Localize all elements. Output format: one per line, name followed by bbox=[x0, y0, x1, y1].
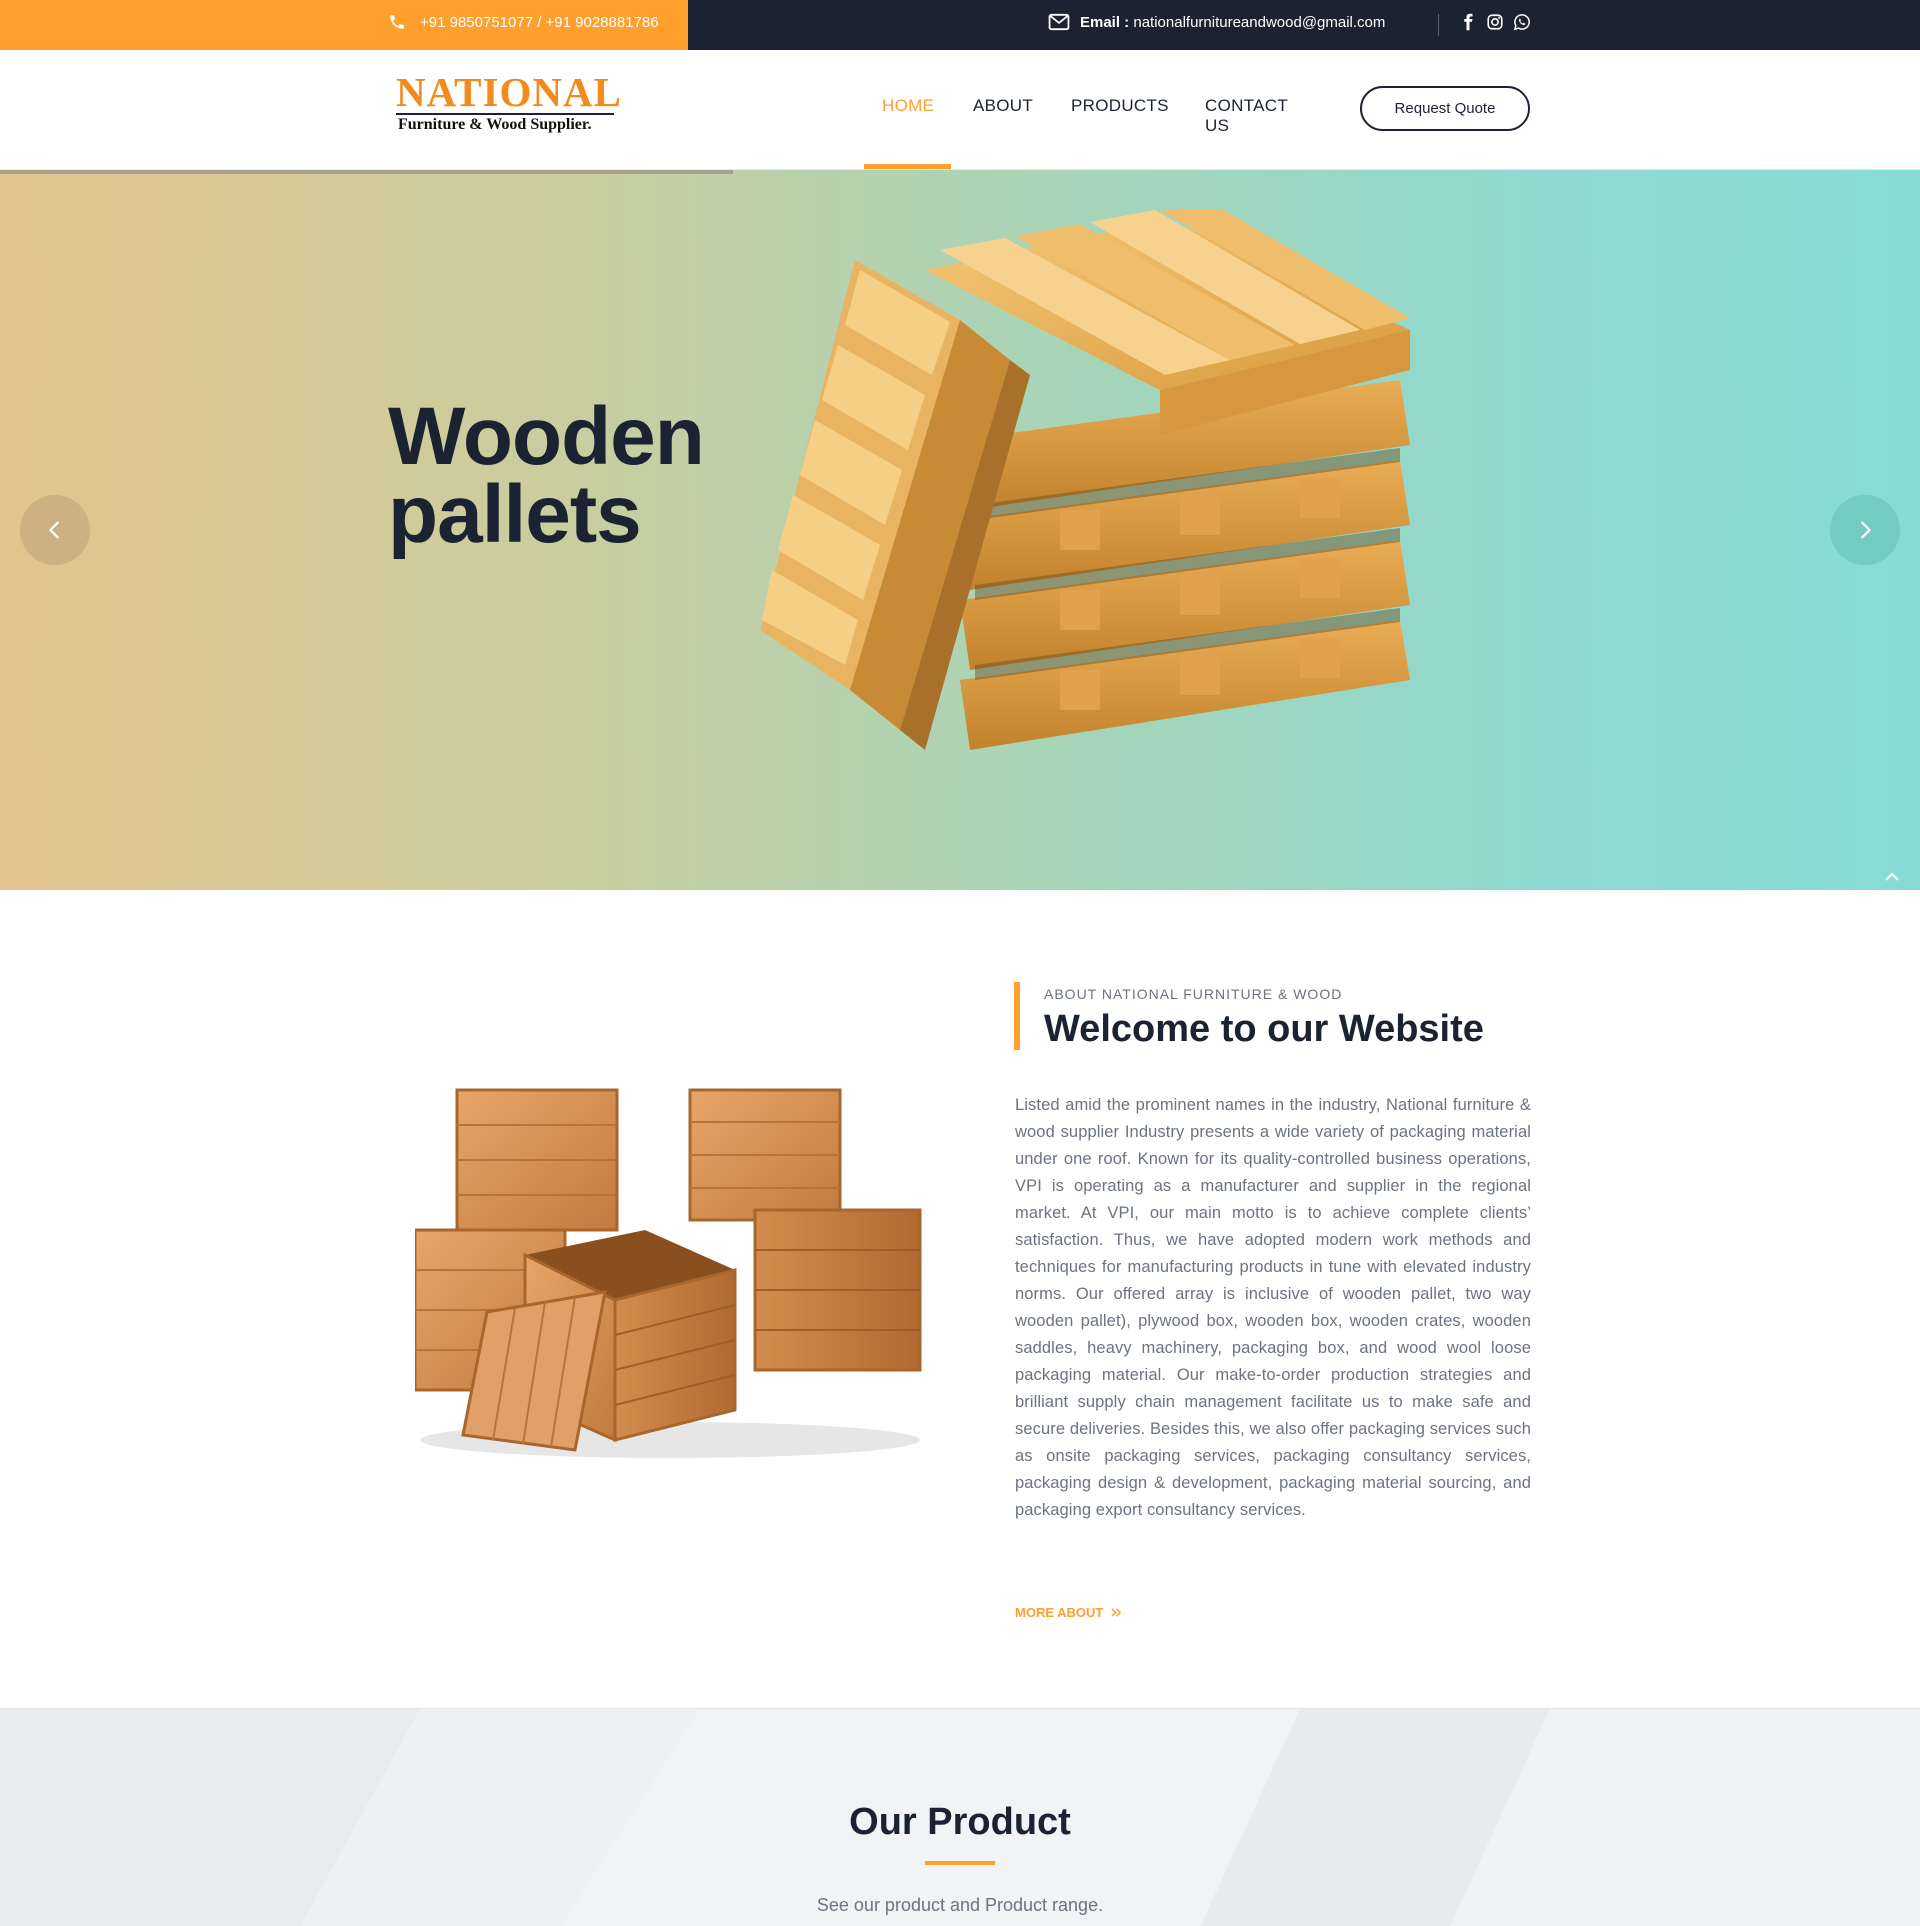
site-header: NATIONAL Furniture & Wood Supplier. HOME… bbox=[0, 50, 1920, 170]
email-label: Email : bbox=[1080, 13, 1130, 31]
top-bar: +91 9850751077 / +91 9028881786 Email : … bbox=[0, 0, 1920, 50]
slider-progress-bar bbox=[0, 170, 733, 174]
more-about-label: MORE ABOUT bbox=[1015, 1605, 1104, 1620]
social-links bbox=[1459, 12, 1531, 32]
products-subtitle: See our product and Product range. bbox=[816, 1895, 1104, 1915]
email-address: nationalfurnitureandwood@gmail.com bbox=[1133, 13, 1386, 31]
scroll-top-icon[interactable] bbox=[1884, 870, 1900, 882]
more-about-link[interactable]: MORE ABOUT bbox=[1015, 1605, 1122, 1620]
request-quote-button[interactable]: Request Quote bbox=[1360, 86, 1530, 131]
nav-contact-us[interactable]: CONTACT US bbox=[1205, 96, 1288, 136]
phone-numbers: +91 9850751077 / +91 9028881786 bbox=[420, 13, 659, 31]
site-logo[interactable]: NATIONAL Furniture & Wood Supplier. bbox=[396, 69, 622, 135]
wooden-crates-image bbox=[415, 1088, 922, 1458]
topbar-divider bbox=[1438, 14, 1439, 36]
products-section: Our Product See our product and Product … bbox=[0, 1708, 1920, 1926]
about-eyebrow: ABOUT NATIONAL FURNITURE & WOOD bbox=[1044, 986, 1343, 1002]
about-heading: Welcome to our Website bbox=[1044, 1008, 1484, 1050]
logo-subtitle: Furniture & Wood Supplier. bbox=[398, 116, 592, 133]
hero-slider: Wooden pallets bbox=[0, 170, 1920, 890]
products-title-underline bbox=[925, 1861, 995, 1865]
about-accent-bar bbox=[1014, 982, 1020, 1050]
nav-products[interactable]: PRODUCTS bbox=[1071, 96, 1169, 116]
logo-title: NATIONAL bbox=[396, 69, 622, 115]
whatsapp-icon[interactable] bbox=[1513, 12, 1531, 32]
nav-home[interactable]: HOME bbox=[882, 96, 934, 116]
chevron-left-icon bbox=[49, 521, 59, 539]
chevron-right-icon bbox=[1861, 521, 1871, 539]
email-contact[interactable]: Email : nationalfurnitureandwood@gmail.c… bbox=[1048, 13, 1385, 31]
phone-icon bbox=[390, 15, 404, 29]
products-title: Our Product bbox=[849, 1801, 1071, 1843]
nav-active-indicator bbox=[864, 164, 951, 169]
envelope-icon bbox=[1048, 13, 1070, 31]
double-chevron-right-icon bbox=[1111, 1608, 1122, 1617]
slider-next-button[interactable] bbox=[1830, 495, 1900, 565]
instagram-icon[interactable] bbox=[1486, 12, 1504, 32]
hero-title-line2: pallets bbox=[388, 469, 642, 560]
wooden-pallets-image bbox=[760, 210, 1410, 750]
phone-contact[interactable]: +91 9850751077 / +91 9028881786 bbox=[388, 13, 659, 31]
nav-about[interactable]: ABOUT bbox=[973, 96, 1033, 116]
about-body-text: Listed amid the prominent names in the i… bbox=[1015, 1096, 1531, 1519]
facebook-icon[interactable] bbox=[1459, 12, 1477, 32]
slider-prev-button[interactable] bbox=[20, 495, 90, 565]
hero-title-line1: Wooden bbox=[388, 391, 705, 482]
hero-title: Wooden pallets bbox=[388, 391, 705, 560]
